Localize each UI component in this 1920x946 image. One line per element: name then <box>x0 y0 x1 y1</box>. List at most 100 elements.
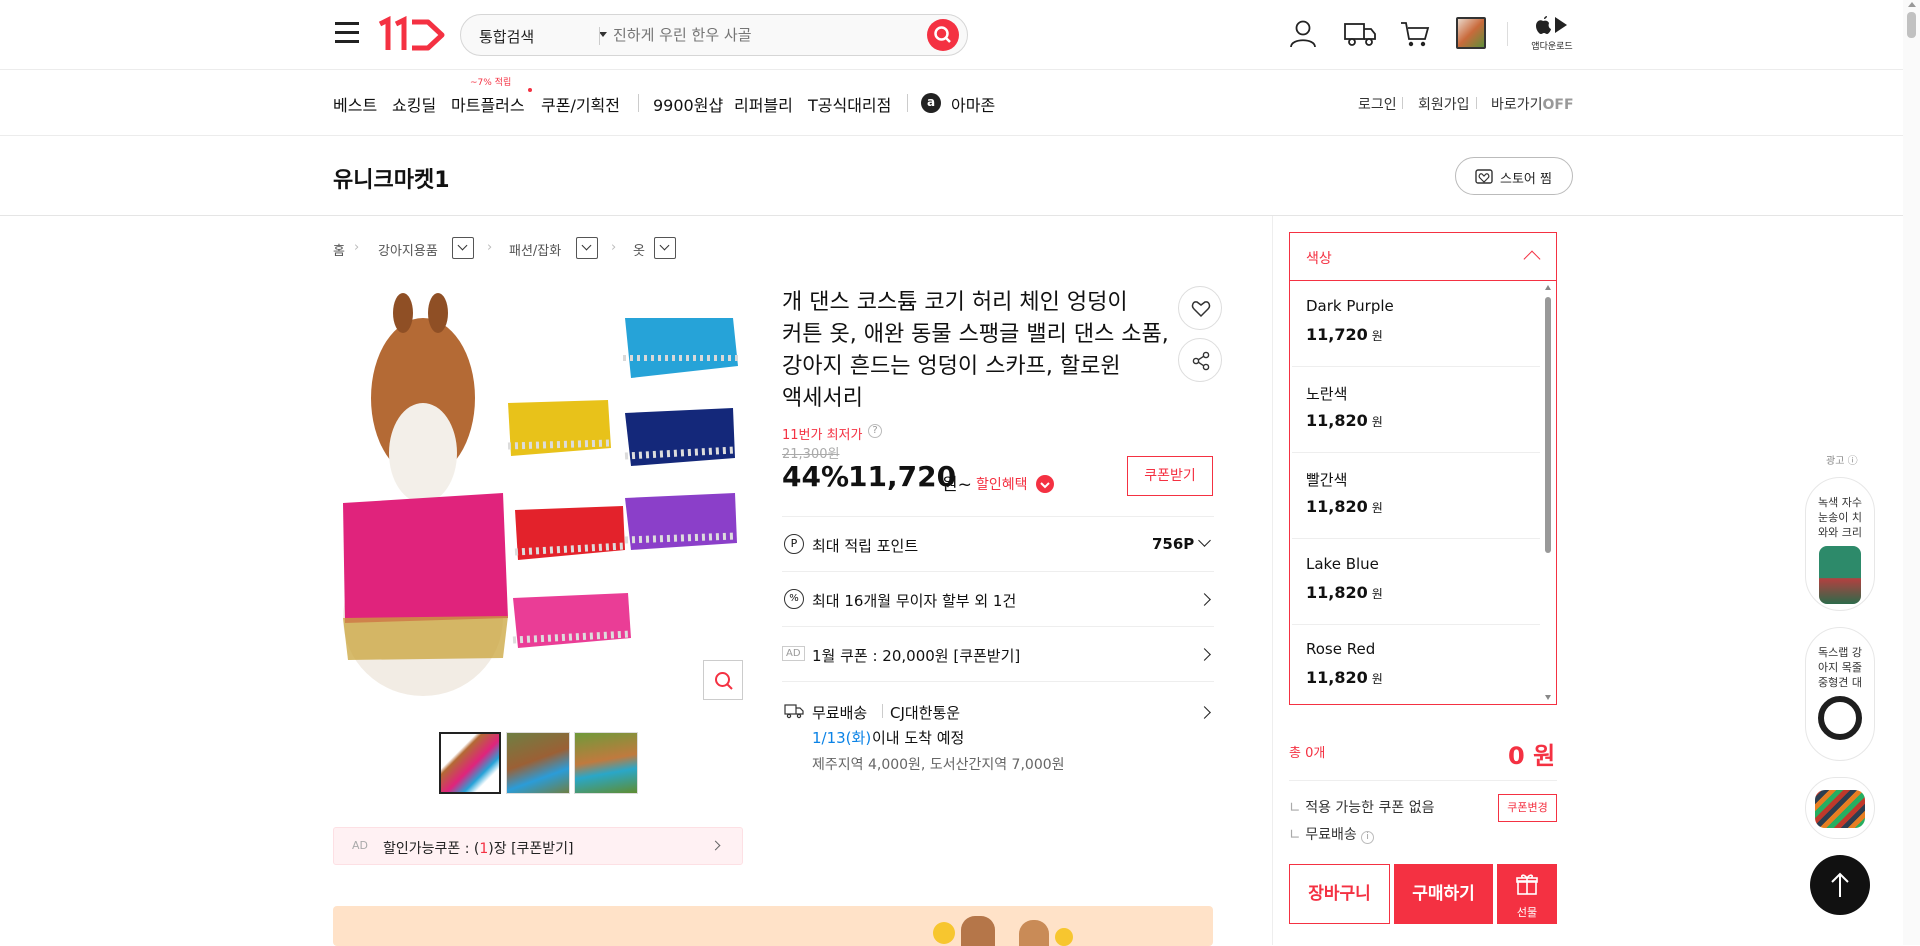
nav-item-martplus[interactable]: 마트플러스 <box>451 92 525 116</box>
product-main-image[interactable] <box>333 288 743 706</box>
promo-strip[interactable] <box>333 906 1213 946</box>
nav-item-best[interactable]: 베스트 <box>333 92 377 116</box>
thumbnail-2[interactable] <box>506 732 570 794</box>
amazon-icon: a <box>921 93 941 113</box>
breadcrumb-home[interactable]: 홈 <box>333 240 345 259</box>
page-scrollbar-thumb[interactable] <box>1907 12 1916 38</box>
add-to-cart-button[interactable]: 장바구니 <box>1289 864 1390 924</box>
join-link[interactable]: 회원가입 <box>1418 94 1470 114</box>
search-button[interactable] <box>927 19 959 51</box>
product-title: 개 댄스 코스튬 코기 허리 체인 엉덩이 커튼 옷, 애완 동물 스팽글 밸리… <box>782 290 1169 411</box>
option-item[interactable]: Rose Red 11,820 원 <box>1292 624 1540 710</box>
delivery-truck-icon[interactable] <box>1343 20 1377 48</box>
user-icon[interactable] <box>1288 18 1318 48</box>
nav-item-refurb[interactable]: 리퍼블리 <box>734 92 793 116</box>
column-divider <box>1272 216 1273 945</box>
search-category-select[interactable]: 통합검색 <box>479 15 609 55</box>
scroll-top-button[interactable] <box>1810 855 1870 915</box>
promo-coin <box>1055 928 1073 946</box>
points-label: 최대 적립 포인트 <box>812 537 919 555</box>
total-price: 0 원 <box>1508 742 1556 770</box>
nav-divider <box>907 94 908 112</box>
recent-viewed-thumbnail[interactable] <box>1456 17 1486 49</box>
chevron-right-icon <box>1198 593 1211 606</box>
points-icon: P <box>784 534 804 554</box>
promo-horse <box>1019 920 1049 946</box>
coupon-banner[interactable]: AD 할인가능쿠폰 : (1)장 [쿠폰받기] <box>333 827 743 865</box>
new-dot <box>528 88 532 92</box>
nav-item-amazon[interactable]: 아마존 <box>951 92 995 116</box>
chevron-right-icon <box>1198 648 1211 661</box>
lowest-price-label: 11번가 최저가 <box>782 428 863 443</box>
ad-card-image <box>1815 790 1865 828</box>
thumbnail-3[interactable] <box>574 732 638 794</box>
sale-price: 11,720 <box>848 460 957 493</box>
gift-button[interactable]: 선물 <box>1497 864 1557 924</box>
nav-item-shockingdeal[interactable]: 쇼킹딜 <box>392 92 436 116</box>
promo-horse <box>961 916 995 946</box>
nav-item-9900[interactable]: 9900원샵 <box>653 92 723 116</box>
ad-coupon-row[interactable]: AD 1월 쿠폰 : 20,000원 [쿠폰받기] <box>782 626 1214 681</box>
coupon-count: 1 <box>479 841 489 857</box>
nav-item-tofficial[interactable]: T공식대리점 <box>808 92 891 116</box>
ad-card[interactable] <box>1805 777 1875 839</box>
option-item[interactable]: 빨간색 11,820 원 <box>1292 453 1540 539</box>
breadcrumb-item[interactable]: 패션/잡화 <box>509 240 561 259</box>
option-item[interactable]: Lake Blue 11,820 원 <box>1292 539 1540 625</box>
app-download-button[interactable]: 앱다운로드 <box>1528 15 1576 55</box>
store-favorite-button[interactable]: 스토어 찜 <box>1455 157 1573 195</box>
search-category-label: 통합검색 <box>479 28 535 46</box>
page-scrollbar[interactable] <box>1903 0 1920 945</box>
nav-item-coupon[interactable]: 쿠폰/기획전 <box>541 92 620 116</box>
points-row[interactable]: P 최대 적립 포인트 756P <box>782 516 1214 571</box>
price-unit: 원~ <box>942 475 972 495</box>
store-name[interactable]: 유니크마켓1 <box>333 162 450 194</box>
app-download-label: 앱다운로드 <box>1531 42 1573 52</box>
ad-card[interactable]: 독스랩 강아지 목줄 중형견 대 <box>1805 627 1875 761</box>
promo-coin <box>933 922 955 944</box>
shortcut-state: OFF <box>1542 97 1574 113</box>
ad-card[interactable]: 녹색 자수 눈송이 치와와 크리 <box>1805 477 1875 611</box>
store-heart-icon <box>1475 169 1493 184</box>
coupon-download-button[interactable]: 쿠폰받기 <box>1127 456 1213 496</box>
option-item[interactable]: 노란색 11,820 원 <box>1292 367 1540 453</box>
help-icon[interactable]: ? <box>868 424 882 438</box>
top-header: 통합검색 앱다운로드 <box>0 0 1920 70</box>
courier-name: CJ대한통운 <box>890 704 961 722</box>
wishlist-button[interactable] <box>1178 286 1222 330</box>
shortcut-toggle[interactable]: 바로가기OFF <box>1491 94 1574 114</box>
buy-now-button[interactable]: 구매하기 <box>1394 864 1493 924</box>
zoom-button[interactable] <box>703 660 743 700</box>
nav-divider <box>638 94 639 112</box>
breadcrumb-dropdown[interactable] <box>654 237 676 259</box>
caret-down-icon <box>599 32 607 37</box>
thumbnail-1[interactable] <box>439 732 501 794</box>
share-icon <box>1192 351 1210 371</box>
benefit-check-icon[interactable] <box>1036 475 1054 493</box>
login-link[interactable]: 로그인 <box>1358 94 1397 114</box>
benefit-link[interactable]: 할인혜택 <box>976 474 1028 494</box>
coupon-none-text: ∟ 적용 가능한 쿠폰 없음 <box>1289 800 1435 816</box>
ad-tag: AD <box>352 839 368 852</box>
search-input[interactable] <box>613 21 903 49</box>
breadcrumb-dropdown[interactable] <box>452 237 474 259</box>
installment-icon: % <box>784 589 804 609</box>
store-favorite-label: 스토어 찜 <box>1500 172 1552 187</box>
breadcrumb-item[interactable]: 강아지용품 <box>378 240 438 259</box>
option-scrollbar[interactable] <box>1544 285 1552 700</box>
breadcrumb-dropdown[interactable] <box>576 237 598 259</box>
logo[interactable] <box>376 15 446 54</box>
share-button[interactable] <box>1178 338 1222 382</box>
shipping-row[interactable]: 무료배송 CJ대한통운 1/13(화) 이내 도착 예정 제주지역 4,000원… <box>782 681 1214 781</box>
menu-icon[interactable] <box>335 22 359 43</box>
arrow-up-icon <box>1831 872 1849 897</box>
info-icon[interactable]: i <box>1361 831 1375 844</box>
installment-row[interactable]: % 최대 16개월 무이자 할부 외 1건 <box>782 571 1214 626</box>
coupon-change-button[interactable]: 쿠폰변경 <box>1498 794 1557 822</box>
cart-icon[interactable] <box>1399 19 1431 49</box>
chevron-right-icon <box>1198 706 1211 719</box>
arrival-text: 이내 도착 예정 <box>872 729 965 747</box>
option-item[interactable]: Dark Purple 11,720 원 <box>1292 281 1540 367</box>
option-header[interactable]: 색상 <box>1290 233 1556 281</box>
breadcrumb-item[interactable]: 옷 <box>633 240 645 259</box>
